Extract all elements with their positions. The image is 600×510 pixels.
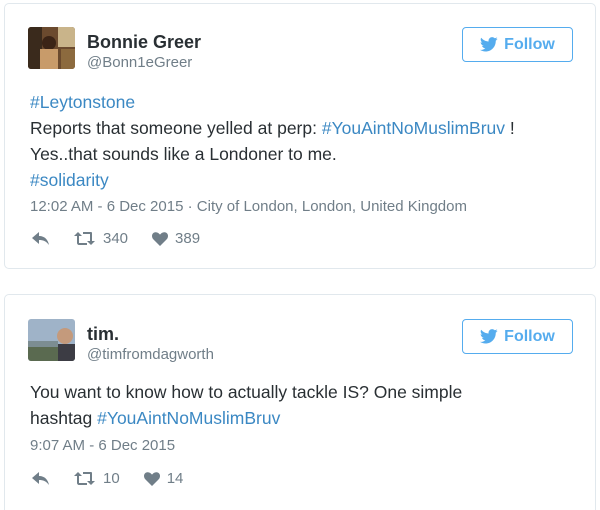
tweet-line: #Leytonstone bbox=[30, 89, 515, 115]
avatar[interactable] bbox=[28, 27, 75, 69]
hashtag-link[interactable]: #Leytonstone bbox=[30, 92, 135, 112]
text-span: You want to know how to actually tackle … bbox=[30, 382, 463, 402]
timestamp[interactable]: 9:07 AM - 6 Dec 2015 bbox=[30, 437, 175, 454]
tweet-text: You want to know how to actually tackle … bbox=[30, 379, 462, 431]
tweet-line: #solidarity bbox=[30, 167, 515, 193]
tweet-meta: 12:02 AM - 6 Dec 2015 · City of London, … bbox=[30, 198, 467, 215]
like-count: 389 bbox=[175, 230, 201, 247]
tweet-card: tim. @timfromdagworth Follow You want to… bbox=[4, 294, 596, 510]
tweet-line: hashtag #YouAintNoMuslimBruv bbox=[30, 405, 462, 431]
tweet-card: Bonnie Greer @Bonn1eGreer Follow #Leyton… bbox=[4, 3, 596, 269]
retweet-button[interactable]: 340 bbox=[74, 230, 128, 247]
separator: · bbox=[187, 198, 197, 215]
text-span: hashtag bbox=[30, 408, 98, 428]
hashtag-link[interactable]: #YouAintNoMuslimBruv bbox=[322, 118, 505, 138]
tweet-line: Reports that someone yelled at perp: #Yo… bbox=[30, 115, 515, 141]
retweet-button[interactable]: 10 bbox=[74, 470, 120, 487]
retweet-icon bbox=[74, 231, 95, 245]
like-count: 14 bbox=[166, 470, 184, 487]
user-handle[interactable]: @timfromdagworth bbox=[87, 346, 214, 363]
follow-label: Follow bbox=[504, 327, 555, 345]
tweet-meta: 9:07 AM - 6 Dec 2015 bbox=[30, 437, 175, 454]
display-name[interactable]: Bonnie Greer bbox=[87, 32, 201, 53]
avatar[interactable] bbox=[28, 319, 75, 361]
tweet-actions: 10 14 bbox=[32, 470, 207, 487]
retweet-count: 340 bbox=[103, 230, 129, 247]
heart-icon bbox=[143, 471, 160, 486]
heart-icon bbox=[152, 231, 169, 246]
follow-button[interactable]: Follow bbox=[462, 319, 573, 354]
hashtag-link[interactable]: #YouAintNoMuslimBruv bbox=[97, 408, 280, 428]
text-span: ! bbox=[505, 118, 515, 138]
retweet-icon bbox=[74, 471, 95, 485]
twitter-bird-icon bbox=[480, 329, 498, 344]
tweet-actions: 340 389 bbox=[32, 230, 224, 247]
reply-button[interactable] bbox=[32, 471, 50, 486]
tweet-line: Yes..that sounds like a Londoner to me. bbox=[30, 141, 515, 167]
retweet-count: 10 bbox=[103, 470, 120, 487]
hashtag-link[interactable]: #solidarity bbox=[30, 170, 109, 190]
tweet-text: #Leytonstone Reports that someone yelled… bbox=[30, 89, 515, 193]
user-handle[interactable]: @Bonn1eGreer bbox=[87, 54, 192, 71]
reply-button[interactable] bbox=[32, 231, 50, 246]
follow-label: Follow bbox=[504, 35, 555, 53]
reply-icon bbox=[32, 471, 49, 485]
follow-button[interactable]: Follow bbox=[462, 27, 573, 62]
timestamp[interactable]: 12:02 AM - 6 Dec 2015 bbox=[30, 198, 183, 215]
text-span: Yes..that sounds like a Londoner to me. bbox=[30, 144, 337, 164]
display-name[interactable]: tim. bbox=[87, 324, 119, 345]
text-span: Reports that someone yelled at perp: bbox=[30, 118, 322, 138]
reply-icon bbox=[32, 231, 49, 245]
twitter-bird-icon bbox=[480, 37, 498, 52]
like-button[interactable]: 389 bbox=[152, 230, 200, 247]
like-button[interactable]: 14 bbox=[143, 470, 184, 487]
location[interactable]: City of London, London, United Kingdom bbox=[197, 198, 467, 215]
tweet-line: You want to know how to actually tackle … bbox=[30, 379, 462, 405]
